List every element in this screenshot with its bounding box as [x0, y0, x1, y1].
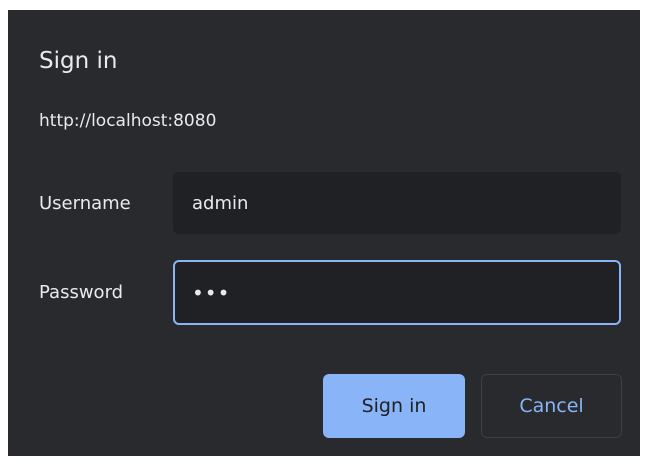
sign-in-dialog: Sign in http://localhost:8080 Username P…	[8, 10, 640, 456]
cancel-button[interactable]: Cancel	[481, 374, 622, 438]
username-label: Username	[39, 193, 131, 214]
origin-url: http://localhost:8080	[39, 111, 217, 131]
sign-in-button[interactable]: Sign in	[323, 374, 465, 438]
username-input[interactable]	[173, 172, 621, 234]
password-input[interactable]	[173, 260, 621, 325]
dialog-title: Sign in	[39, 48, 118, 74]
password-label: Password	[39, 282, 124, 303]
